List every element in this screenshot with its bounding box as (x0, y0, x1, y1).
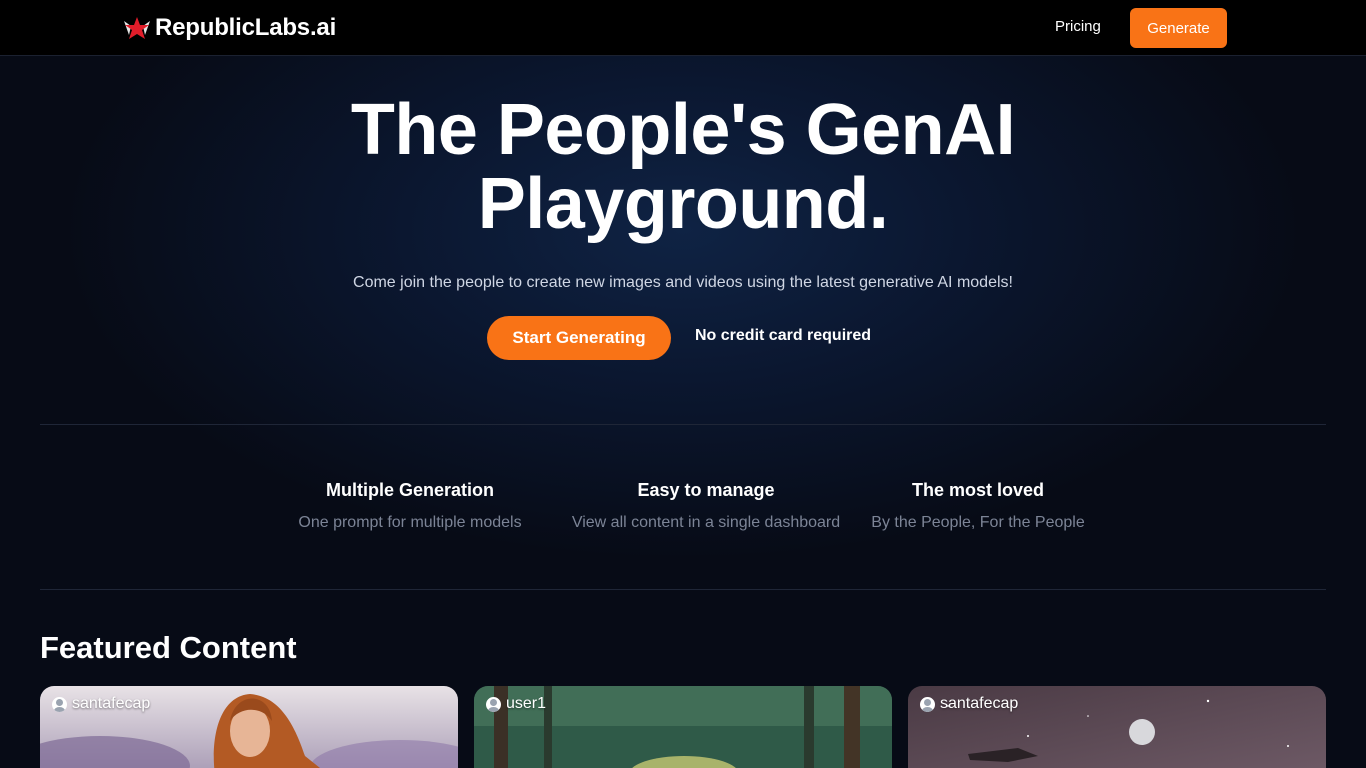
hero-title: The People's GenAI Playground. (183, 93, 1183, 241)
featured-content-heading: Featured Content (40, 630, 297, 665)
generate-button[interactable]: Generate (1130, 8, 1227, 48)
card-username[interactable]: santafecap (920, 695, 1018, 713)
feature-title: The most loved (911, 480, 1045, 500)
username: santafecap (72, 695, 151, 712)
feature-desc: One prompt for multiple models (298, 514, 522, 531)
star-wings-icon (124, 17, 150, 39)
featured-card[interactable]: santafecap (908, 686, 1326, 768)
user-avatar-icon (486, 696, 501, 712)
user-avatar-icon (52, 696, 67, 712)
username: user1 (506, 695, 547, 712)
divider (40, 424, 1326, 425)
feature-title: Easy to manage (637, 480, 775, 500)
user-avatar-icon (920, 696, 935, 712)
no-credit-card-note: No credit card required (695, 327, 872, 344)
feature-desc: By the People, For the People (871, 514, 1085, 531)
logo[interactable]: RepublicLabs.ai (122, 12, 336, 44)
feature-easy-to-manage: Easy to manage View all content in a sin… (560, 480, 852, 532)
card-username[interactable]: user1 (486, 695, 546, 713)
hero-title-line2: Playground. (477, 164, 889, 244)
nav-pricing-link[interactable]: Pricing (1055, 18, 1101, 35)
start-generating-button[interactable]: Start Generating (487, 316, 671, 360)
card-username[interactable]: santafecap (52, 695, 150, 713)
username: santafecap (940, 695, 1019, 712)
feature-desc: View all content in a single dashboard (571, 514, 841, 531)
featured-card[interactable]: user1 (474, 686, 892, 768)
featured-card[interactable]: santafecap (40, 686, 458, 768)
divider (40, 589, 1326, 590)
feature-title: Multiple Generation (325, 480, 494, 500)
hero-title-line1: The People's GenAI (350, 90, 1016, 170)
feature-most-loved: The most loved By the People, For the Pe… (862, 480, 1094, 532)
hero-subtitle: Come join the people to create new image… (353, 274, 1013, 291)
top-nav: RepublicLabs.ai Pricing Generate (0, 0, 1366, 56)
logo-text: RepublicLabs.ai (155, 14, 337, 41)
feature-multiple-generation: Multiple Generation One prompt for multi… (290, 480, 530, 532)
